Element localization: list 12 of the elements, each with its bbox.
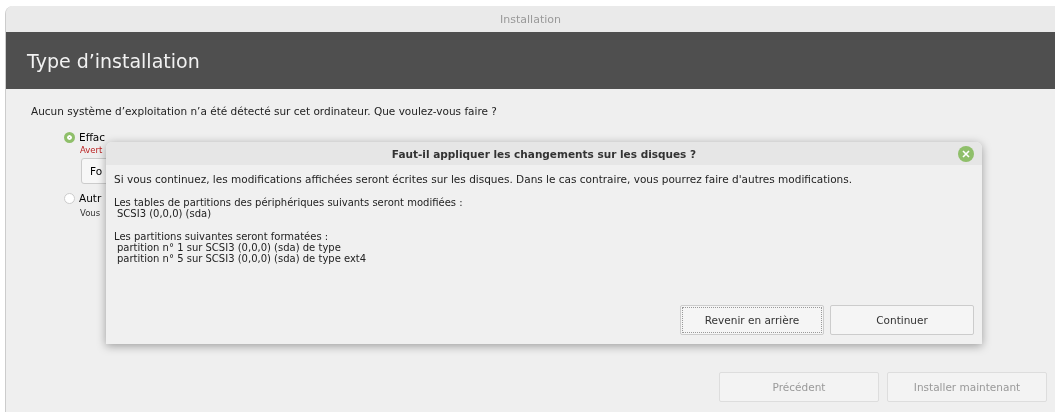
partition-line: partition n° 5 sur SCSI3 (0,0,0) (sda) de type ext4 (116, 253, 368, 264)
partition-line: partition n° 1 sur SCSI3 (0,0,0) (sda) de type (116, 242, 342, 253)
section-heading: Les tables de partitions des périphériques suivants seront modifiées : (114, 197, 464, 208)
window-title: Installation (500, 12, 561, 26)
question-text: Aucun système d’exploitation n’a été détecté sur cet ordinateur. Que voulez-vous faire ? (31, 105, 498, 117)
dialog-title: Faut-il appliquer les changements sur les disques ? (391, 147, 697, 160)
option-note: Vous (80, 208, 101, 218)
partition-line: SCSI3 (0,0,0) (sda) (116, 208, 212, 219)
warning-text: Avert (80, 145, 103, 155)
dialog-message: Si vous continuez, les modifications affichées seront écrites sur les disques. Dans le cas contraire, vous pourrez faire d'autres modifications. (114, 173, 854, 185)
page-title: Type d’installation (27, 49, 200, 72)
section-heading: Les partitions suivantes seront formatées : (114, 231, 329, 242)
